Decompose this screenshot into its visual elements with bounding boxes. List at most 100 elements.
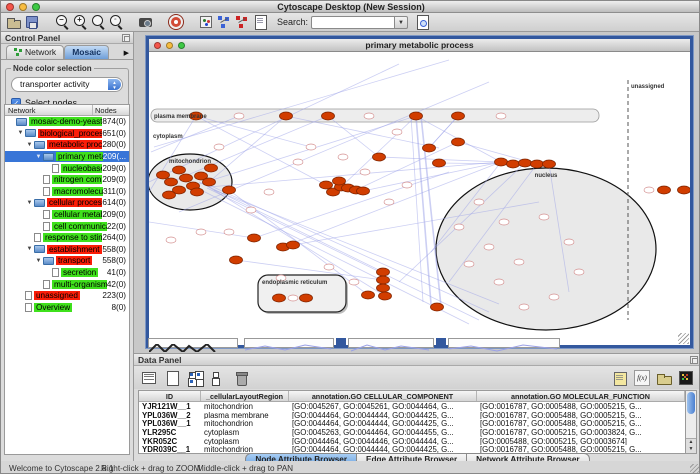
more-tabs-arrow-icon[interactable]: ▶: [124, 49, 131, 59]
notepad-icon[interactable]: [612, 370, 628, 386]
expand-arrow-icon[interactable]: ▼: [34, 154, 43, 160]
search-label: Search:: [277, 17, 308, 27]
search-input[interactable]: [311, 16, 395, 29]
title-bar[interactable]: Cytoscape Desktop (New Session): [1, 1, 700, 13]
network-graph[interactable]: plasma membranecytoplasmmitochondrionnuc…: [149, 52, 690, 345]
tree-node-count: 874(0): [102, 117, 129, 126]
tree-node-label: primary metabo: [56, 152, 103, 161]
open-folder-icon[interactable]: [656, 370, 672, 386]
status-pan-hint: Middle-click + drag to PAN: [197, 464, 293, 473]
table-column-header[interactable]: annotation.GO MOLECULAR_FUNCTION: [477, 391, 685, 401]
tree-row[interactable]: ▼metabolic process280(0): [5, 139, 129, 151]
zoom-fit-icon[interactable]: [90, 14, 106, 30]
table-row[interactable]: YLR295Ccytoplasm[GO:0045263, GO:0044464,…: [139, 428, 685, 437]
table-cell: mitochondrion: [201, 402, 289, 411]
svg-text:nucleus: nucleus: [535, 173, 558, 179]
table-row[interactable]: YPL036W__2plasma membrane[GO:0044464, GO…: [139, 411, 685, 420]
tree-row[interactable]: Overview8(0): [5, 302, 129, 314]
tree-node-count: 42(0): [107, 280, 129, 289]
app-resize-grip[interactable]: [690, 464, 700, 474]
status-welcome: Welcome to Cytoscape 2.8.1: [9, 464, 114, 473]
expand-arrow-icon[interactable]: ▼: [34, 258, 43, 264]
table-column-header[interactable]: ID: [139, 391, 201, 401]
tree-node-label: cell communicat: [52, 222, 107, 231]
matrix-icon[interactable]: [210, 370, 226, 386]
tree-row[interactable]: ▼primary metabo209(...: [5, 151, 129, 163]
network-canvas[interactable]: plasma membranecytoplasmmitochondrionnuc…: [149, 52, 690, 345]
select-stepper-icon: [108, 79, 121, 90]
tree-row[interactable]: nucleobase-209(0): [5, 162, 129, 174]
tree-row[interactable]: cellular metabo209(0): [5, 209, 129, 221]
tree-row[interactable]: mosaic-demo-yeast874(0): [5, 116, 129, 128]
table-row[interactable]: YPL036W__1mitochondrion[GO:0044464, GO:0…: [139, 419, 685, 428]
tree-row[interactable]: ▼cellular process614(0): [5, 197, 129, 209]
expand-arrow-icon[interactable]: ▼: [25, 200, 34, 206]
tree-row[interactable]: unassigned223(0): [5, 290, 129, 302]
search-dropdown-arrow[interactable]: ▼: [395, 16, 408, 29]
zoom-out-icon[interactable]: [54, 14, 70, 30]
tree-row[interactable]: ▼transport558(0): [5, 255, 129, 267]
float-panel-icon[interactable]: [690, 356, 698, 364]
tree-row[interactable]: nitrogen compo209(0): [5, 174, 129, 186]
svg-text:plasma membrane: plasma membrane: [154, 114, 207, 120]
scrollbar-thumb[interactable]: [687, 392, 695, 414]
tree-row[interactable]: cell communicat22(0): [5, 220, 129, 232]
table-icon[interactable]: [141, 370, 157, 386]
heatmap-icon[interactable]: [678, 370, 694, 386]
network-tree-panel: Network Nodes mosaic-demo-yeast874(0)▼bi…: [4, 104, 130, 455]
control-panel: Control Panel Network Mosaic ▶ Node colo…: [1, 32, 134, 461]
save-icon[interactable]: [24, 14, 40, 30]
file-icon: [25, 303, 32, 312]
tree-row[interactable]: ▼biological_process651(0): [5, 128, 129, 140]
tree-row[interactable]: multi-organism pro42(0): [5, 278, 129, 290]
tree-row[interactable]: ▼establishment of lo558(0): [5, 244, 129, 256]
formula-glyph: f(x): [635, 374, 649, 382]
tree-node-label: nucleobase-: [61, 164, 102, 173]
tree-row[interactable]: secretion41(0): [5, 267, 129, 279]
tree-node-label: Overview: [34, 303, 72, 312]
table-column-header[interactable]: _cellularLayoutRegion: [201, 391, 289, 401]
table-row[interactable]: YKR052Ccytoplasm[GO:0044464, GO:0044446,…: [139, 437, 685, 446]
formula-fx-icon[interactable]: f(x): [634, 370, 650, 386]
node-color-select[interactable]: transporter activity: [11, 77, 123, 92]
table-scrollbar[interactable]: ▲▼: [685, 390, 697, 454]
table-row[interactable]: YJR121W__1mitochondrion[GO:0045267, GO:0…: [139, 402, 685, 411]
open-file-icon[interactable]: [6, 14, 22, 30]
table-cell: [GO:0044464, GO:0044446, GO:0044444, G..…: [289, 437, 477, 446]
help-lifesaver-icon[interactable]: [168, 14, 184, 30]
zoom-in-icon[interactable]: [72, 14, 88, 30]
tree-node-label: transport: [56, 256, 92, 265]
trash-icon[interactable]: [233, 370, 249, 386]
snapshot-camera-icon[interactable]: [138, 14, 154, 30]
tree-node-count: 41(0): [107, 268, 129, 277]
select-matrix-icon[interactable]: [187, 370, 203, 386]
folder-icon: [43, 153, 54, 161]
network-view-window[interactable]: primary metabolic process plasma membran…: [146, 36, 693, 348]
window-resize-grip[interactable]: [678, 333, 689, 344]
expand-arrow-icon[interactable]: ▼: [16, 130, 25, 136]
table-cell: YJR121W__1: [139, 402, 201, 411]
tree-col-nodes[interactable]: Nodes: [93, 105, 129, 115]
filter-page-icon[interactable]: [252, 14, 268, 30]
search-options-icon[interactable]: [414, 14, 430, 30]
tab-mosaic[interactable]: Mosaic: [64, 45, 109, 59]
tree-row[interactable]: response to stimulu264(0): [5, 232, 129, 244]
float-panel-icon[interactable]: [122, 34, 130, 42]
network-blue-icon[interactable]: [216, 14, 232, 30]
new-doc-icon[interactable]: [164, 370, 180, 386]
tab-network[interactable]: Network: [6, 45, 64, 59]
expand-arrow-icon[interactable]: ▼: [25, 142, 34, 148]
table-column-header[interactable]: annotation.GO CELLULAR_COMPONENT: [289, 391, 477, 401]
zoom-region-icon[interactable]: [108, 14, 124, 30]
tree-row[interactable]: macromolecule311(0): [5, 186, 129, 198]
tree-node-count: 280(0): [102, 140, 129, 149]
expand-arrow-icon[interactable]: ▼: [25, 246, 34, 252]
table-cell: [GO:0045267, GO:0045261, GO:0044464, G..…: [289, 402, 477, 411]
network-window-titlebar[interactable]: primary metabolic process: [149, 39, 690, 52]
tree-col-network[interactable]: Network: [5, 105, 93, 115]
vizmapper-icon[interactable]: [198, 14, 214, 30]
network-red-icon[interactable]: [234, 14, 250, 30]
scrollbar-arrows[interactable]: ▲▼: [686, 438, 696, 453]
svg-text:unassigned: unassigned: [631, 84, 665, 90]
data-panel-toolbar: f(x): [134, 366, 700, 389]
